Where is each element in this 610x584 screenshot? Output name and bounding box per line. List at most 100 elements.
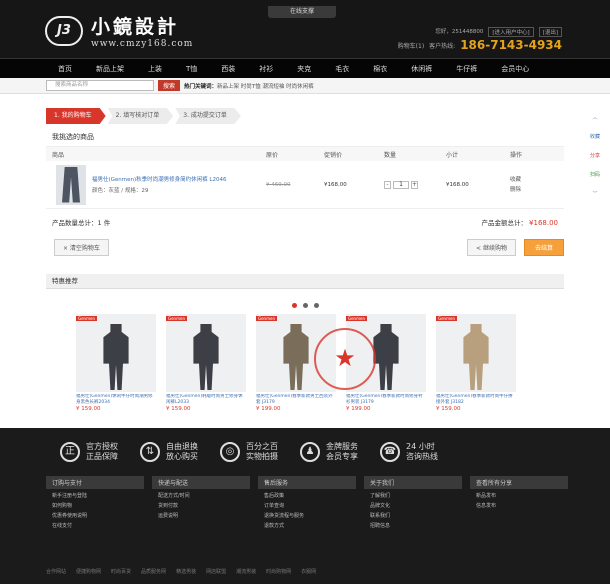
product-image[interactable]: Genmen: [76, 314, 156, 392]
partner-link[interactable]: 合作网站: [46, 568, 66, 575]
footer-link[interactable]: 招聘信息: [364, 519, 462, 529]
product-spec: 颜色：灰蓝 / 规格：29: [92, 188, 149, 194]
nav-item[interactable]: 首页: [46, 59, 84, 78]
guarantee-bar: 正 官方授权 正品保障 ⇅ 自由退换 放心购买 ◎ 百分之百 实物拍摄 ♟ 金牌服务会…: [0, 428, 610, 462]
nav-item[interactable]: 牛仔裤: [444, 59, 489, 78]
footer-link[interactable]: 退款方式: [258, 519, 356, 529]
user-center-link[interactable]: [进入用户中心]: [488, 27, 534, 37]
search-button[interactable]: 搜索: [158, 80, 181, 91]
footer-link[interactable]: 货到付款: [152, 499, 250, 509]
footer-link[interactable]: 售后政策: [258, 489, 356, 499]
search-input[interactable]: 搜索商品名称: [46, 80, 154, 91]
footer-column-title: 快递与配送: [152, 476, 250, 489]
cart-link[interactable]: 购物车(1): [398, 41, 425, 50]
nav-item[interactable]: 上装: [136, 59, 174, 78]
product-thumbnail[interactable]: [56, 164, 86, 205]
partner-link[interactable]: 精选男装: [176, 568, 196, 575]
footer-link[interactable]: 订单查询: [258, 499, 356, 509]
return-icon: ⇅: [140, 442, 160, 462]
nav-item[interactable]: 会员中心: [489, 59, 541, 78]
footer-link[interactable]: 如何购物: [46, 499, 144, 509]
guarantee-item: ⇅ 自由退换 放心购买: [140, 442, 198, 462]
footer-link[interactable]: 优惠券使用说明: [46, 509, 144, 519]
checkout-steps: 1. 我的购物车 2. 填写核对订单 3. 成功提交订单: [46, 108, 243, 124]
camera-icon: ◎: [220, 442, 240, 462]
carousel-dot[interactable]: [313, 303, 319, 308]
partner-link[interactable]: 潮流男装: [236, 568, 256, 575]
footer-column-title: 查看所有分享: [470, 476, 568, 489]
recommend-item-price: ¥ 199.00: [256, 406, 281, 412]
partner-link[interactable]: 时尚百货: [111, 568, 131, 575]
hot-keywords[interactable]: 新品上架 时尚T恤 潮流短袖 时尚休闲裤: [217, 84, 314, 90]
recommend-item[interactable]: Genmen 福男仕(Genmen)休闲牛仔时尚潮男修身黑色长裤2034 ¥ 1…: [76, 314, 156, 412]
qty-decrease-button[interactable]: -: [384, 180, 391, 189]
logout-link[interactable]: [退出]: [538, 27, 562, 37]
side-toolbar: ︿ 收藏 分享 扫码 ﹀: [588, 114, 602, 197]
carousel-dot[interactable]: [291, 303, 297, 308]
recommend-item-title[interactable]: 福男仕(Genmen)休闲牛仔时尚潮男修身黑色长裤2034: [76, 394, 156, 406]
partner-link[interactable]: 便捷购物网: [76, 568, 101, 575]
nav-item[interactable]: 西装: [209, 59, 247, 78]
top-header: 在线支撑 J3 小鏡設計 www.cmzy168.com 您好，25144880…: [0, 0, 610, 58]
online-support-tab[interactable]: 在线支撑: [268, 6, 336, 18]
recommend-item-title[interactable]: 福男仕(Genmen)春季新款时尚修身衬衫男装 J3179: [346, 394, 426, 406]
delete-link[interactable]: 删除: [510, 185, 521, 195]
original-price: ¥ 469.00: [266, 181, 291, 188]
footer-columns: 订购与支付 新手注册与登陆 如何购物 优惠券使用说明 在线支付 快递与配送 配送…: [0, 462, 610, 529]
footer-link[interactable]: 新品发布: [470, 489, 568, 499]
footer: 正 官方授权 正品保障 ⇅ 自由退换 放心购买 ◎ 百分之百 实物拍摄 ♟ 金牌服务会…: [0, 428, 610, 584]
nav-item[interactable]: 棉衣: [361, 59, 399, 78]
col-product: 商品: [52, 151, 65, 159]
nav-item[interactable]: T恤: [174, 59, 209, 78]
qty-input[interactable]: 1: [393, 180, 409, 189]
carousel-dot[interactable]: [302, 303, 308, 308]
favorite-link[interactable]: 收藏: [510, 175, 521, 185]
recommend-item[interactable]: Genmen 福男仕(Genmen)春季新款时尚牛仔拼接外套 J3182 ¥ 1…: [436, 314, 516, 412]
footer-link[interactable]: 配送方式/时间: [152, 489, 250, 499]
partner-link[interactable]: 品质服务网: [141, 568, 166, 575]
checkout-button[interactable]: 去结算: [523, 239, 564, 256]
partner-link[interactable]: 衣服网: [301, 568, 316, 575]
recommend-item-title[interactable]: 福男仕(Genmen)春季新款男士西装外套 J3179: [256, 394, 336, 406]
nav-item[interactable]: 新品上架: [84, 59, 136, 78]
footer-link[interactable]: 联系我们: [364, 509, 462, 519]
col-subtotal: 小计: [446, 151, 459, 159]
nav-item[interactable]: 夹克: [285, 59, 323, 78]
partner-link[interactable]: 时尚购物网: [266, 568, 291, 575]
qty-increase-button[interactable]: +: [411, 180, 418, 189]
recommend-item-price: ¥ 159.00: [76, 406, 101, 412]
nav-item[interactable]: 毛衣: [323, 59, 361, 78]
footer-link[interactable]: 在线支付: [46, 519, 144, 529]
product-image[interactable]: Genmen: [436, 314, 516, 392]
chevron-down-icon[interactable]: ﹀: [592, 190, 597, 197]
clear-cart-button[interactable]: × 清空购物车: [54, 239, 109, 256]
continue-shopping-button[interactable]: < 继续购物: [467, 239, 516, 256]
footer-link[interactable]: 新手注册与登陆: [46, 489, 144, 499]
recommend-item-title[interactable]: 福男仕(Genmen)春季新款时尚牛仔拼接外套 J3182: [436, 394, 516, 406]
item-count: 产品数量总计：1 件: [52, 219, 111, 227]
step-submit: 3. 成功提交订单: [175, 108, 241, 124]
nav-item[interactable]: 休闲裤: [399, 59, 444, 78]
footer-link[interactable]: 了解我们: [364, 489, 462, 499]
recommend-item-price: ¥ 199.00: [346, 406, 371, 412]
site-logo[interactable]: J3 小鏡設計 www.cmzy168.com: [45, 12, 193, 49]
footer-link[interactable]: 品牌文化: [364, 499, 462, 509]
chevron-up-icon[interactable]: ︿: [592, 114, 597, 121]
product-image[interactable]: Genmen: [166, 314, 246, 392]
qr-side-button[interactable]: 扫码: [590, 171, 600, 178]
footer-link[interactable]: 信息发布: [470, 499, 568, 509]
share-side-button[interactable]: 分享: [590, 152, 600, 159]
footer-link[interactable]: 退换货流程与服务: [258, 509, 356, 519]
nav-item[interactable]: 衬衫: [247, 59, 285, 78]
member-icon: ♟: [300, 442, 320, 462]
recommend-item[interactable]: Genmen 福男仕(Genmen)韩版时尚男士修身休闲裤L2033 ¥ 159…: [166, 314, 246, 412]
footer-link[interactable]: 运费说明: [152, 509, 250, 519]
footer-column: 关于我们 了解我们 品牌文化 联系我们 招聘信息: [364, 476, 462, 529]
col-qty: 数量: [384, 151, 397, 159]
total-amount: ¥168.00: [529, 219, 558, 227]
cart-title: 我挑选的商品: [46, 128, 564, 147]
recommend-item-title[interactable]: 福男仕(Genmen)韩版时尚男士修身休闲裤L2033: [166, 394, 246, 406]
product-name[interactable]: 福男仕(Genmen)秋季时尚潮男修身简约休闲裤 L2046: [92, 175, 252, 183]
favorite-side-button[interactable]: 收藏: [590, 133, 600, 140]
partner-link[interactable]: 网店联盟: [206, 568, 226, 575]
